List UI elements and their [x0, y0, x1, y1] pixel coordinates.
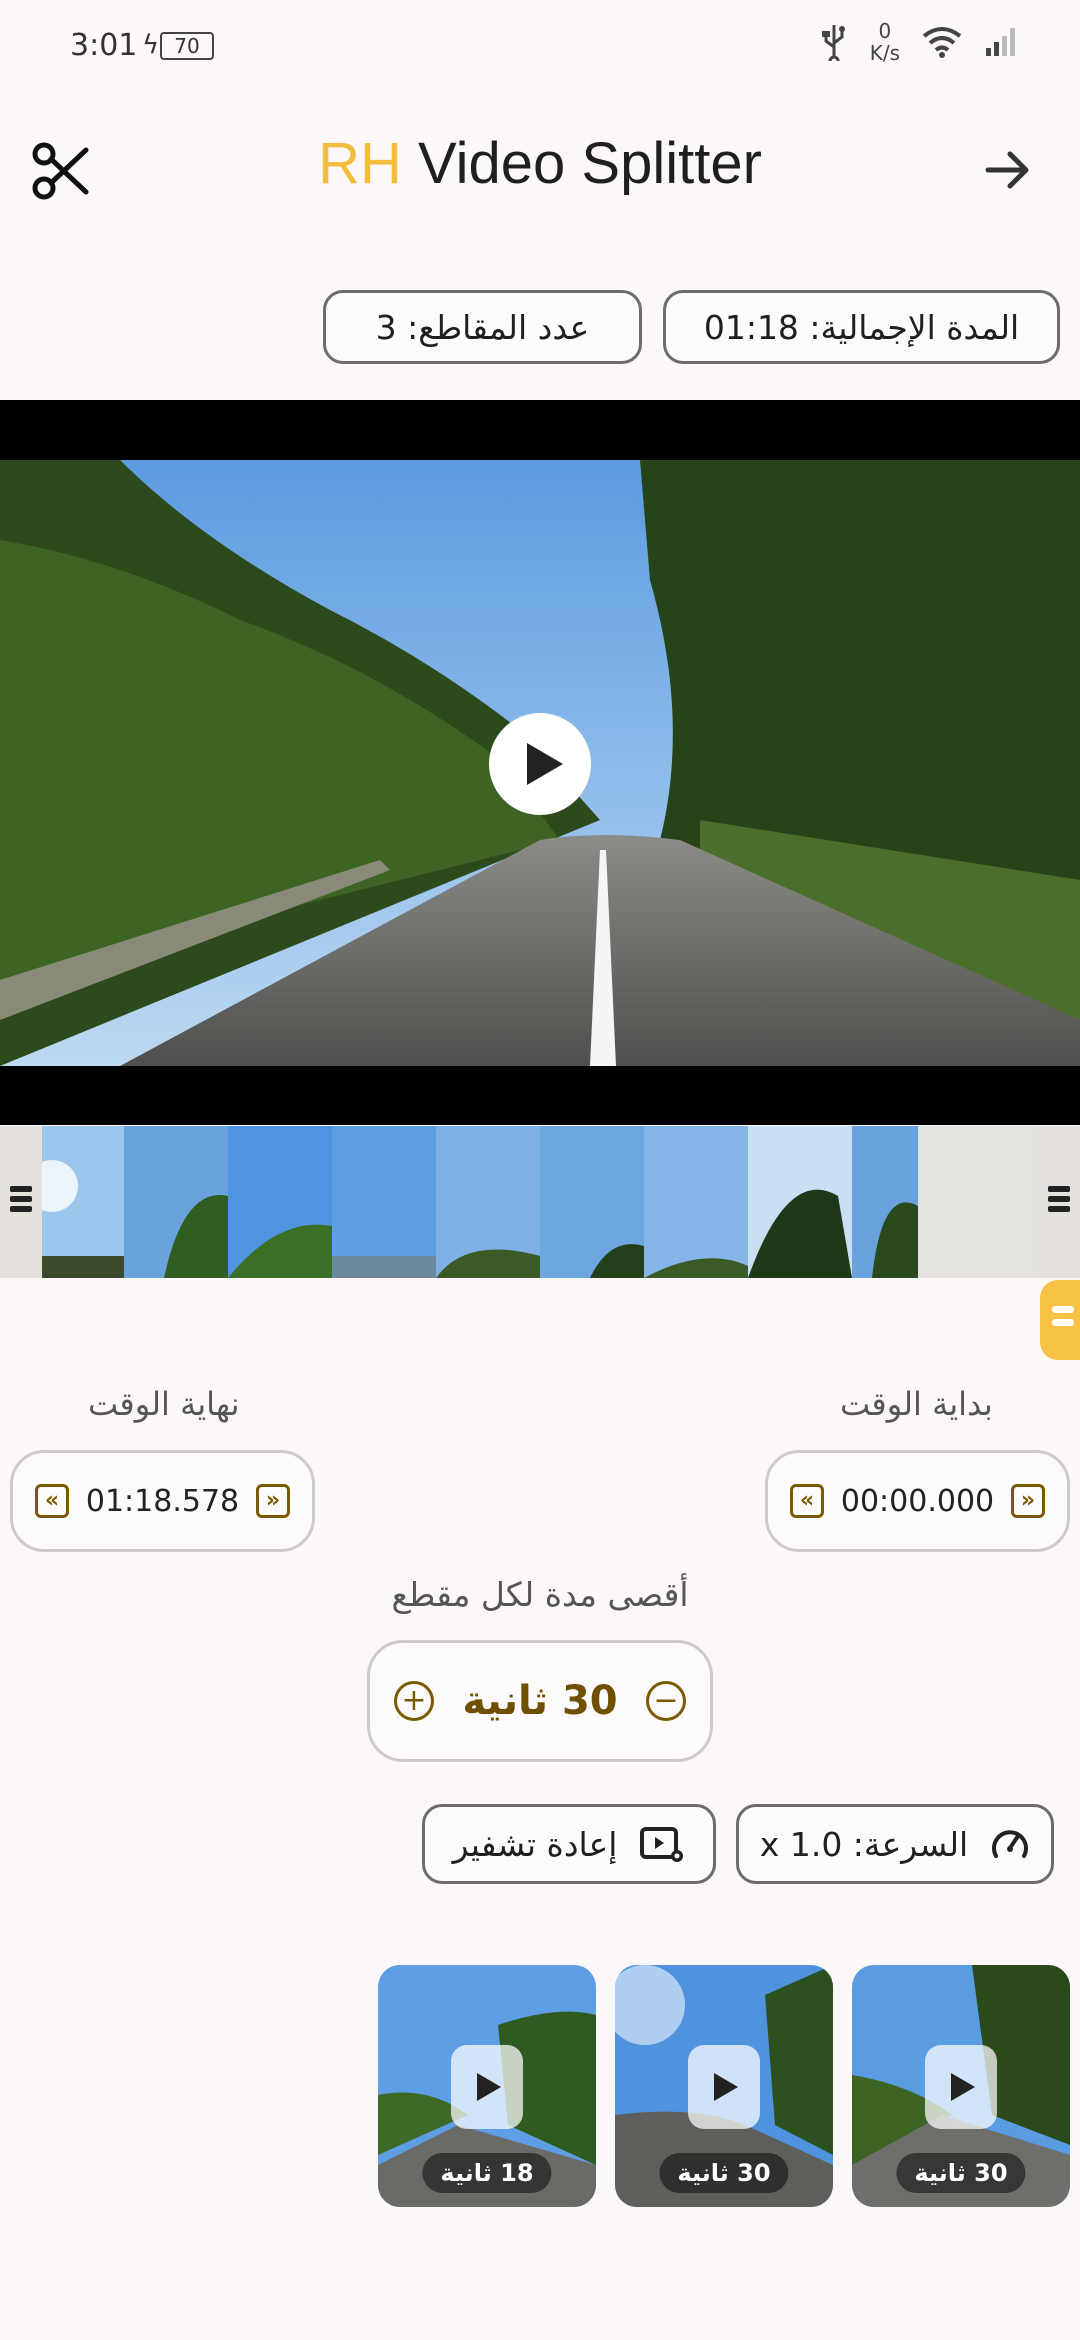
chevron-double-right-icon[interactable]: » — [255, 1484, 290, 1518]
video-settings-icon — [640, 1827, 684, 1862]
app-title-accent: RH — [318, 131, 402, 196]
max-duration-stepper[interactable]: + 30 ثانية − — [367, 1640, 713, 1762]
net-speed: 0 K/s — [870, 20, 900, 64]
trim-handle-right[interactable] — [1038, 1126, 1080, 1278]
plus-icon[interactable]: + — [394, 1681, 434, 1721]
timeline-frames — [42, 1126, 1038, 1278]
thumbnail-frame — [228, 1126, 332, 1278]
reencode-label: إعادة تشفير — [452, 1824, 618, 1864]
clip-duration: 30 ثانية — [896, 2153, 1026, 2193]
thumbnail-frame — [852, 1126, 918, 1278]
clip-thumbnail[interactable]: 30 ثانية — [852, 1965, 1070, 2207]
chevron-double-left-icon[interactable]: « — [790, 1484, 824, 1518]
total-duration-badge: المدة الإجمالية: 01:18 — [663, 290, 1060, 364]
reencode-button[interactable]: إعادة تشفير — [422, 1804, 716, 1884]
speed-label: السرعة: 1.0 x — [759, 1824, 969, 1864]
clip-count-badge: عدد المقاطع: 3 — [323, 290, 642, 364]
clip-play-button[interactable] — [925, 2045, 997, 2129]
play-button[interactable] — [489, 713, 591, 815]
max-duration-value: 30 ثانية — [462, 1678, 618, 1724]
speedometer-icon — [992, 1830, 1029, 1858]
start-time-value: 00:00.000 — [840, 1483, 995, 1519]
arrow-right-icon[interactable] — [980, 142, 1036, 198]
thumbnail-frame — [436, 1126, 540, 1278]
end-time-value: 01:18.578 — [85, 1483, 240, 1519]
signal-icon — [986, 28, 1015, 56]
clip-thumbnail[interactable]: 18 ثانية — [378, 1965, 596, 2207]
app-title-rest: Video Splitter — [417, 131, 762, 196]
play-icon — [951, 2073, 975, 2101]
thumbnail-frame — [540, 1126, 644, 1278]
chevron-double-left-icon[interactable]: « — [35, 1484, 69, 1518]
wifi-icon — [922, 27, 962, 58]
net-speed-value: 0 — [878, 19, 892, 43]
end-time-field[interactable]: « 01:18.578 » — [10, 1450, 315, 1552]
thumbnail-frame — [42, 1126, 124, 1278]
play-icon — [527, 743, 563, 785]
play-icon — [477, 2073, 501, 2101]
speed-button[interactable]: السرعة: 1.0 x — [736, 1804, 1054, 1884]
trim-handle-left[interactable] — [0, 1126, 42, 1278]
battery-icon: 70 — [160, 32, 214, 60]
max-duration-label: أقصى مدة لكل مقطع — [391, 1575, 689, 1614]
status-time: 3:01 — [70, 28, 138, 63]
clip-play-button[interactable] — [688, 2045, 760, 2129]
play-icon — [714, 2073, 738, 2101]
start-time-field[interactable]: « 00:00.000 » — [765, 1450, 1070, 1552]
app-title: RH Video Splitter — [0, 130, 1080, 197]
thumbnail-frame — [332, 1126, 436, 1278]
status-icons: 0 K/s — [820, 20, 1020, 64]
clip-thumbnail[interactable]: 30 ثانية — [615, 1965, 833, 2207]
thumbnail-frame — [124, 1126, 228, 1278]
minus-icon[interactable]: − — [646, 1681, 686, 1721]
net-speed-unit: K/s — [869, 41, 900, 65]
chevron-double-right-icon[interactable]: » — [1010, 1484, 1045, 1518]
thumbnail-frame — [644, 1126, 748, 1278]
clip-duration: 18 ثانية — [422, 2153, 552, 2193]
end-time-label: نهاية الوقت — [88, 1385, 240, 1423]
start-time-label: بداية الوقت — [840, 1385, 993, 1423]
usb-icon — [821, 25, 845, 61]
clip-duration: 30 ثانية — [659, 2153, 789, 2193]
thumbnail-frame — [748, 1126, 852, 1278]
drag-tab[interactable] — [1040, 1280, 1080, 1360]
charging-icon: ϟ — [142, 30, 160, 60]
clip-play-button[interactable] — [451, 2045, 523, 2129]
